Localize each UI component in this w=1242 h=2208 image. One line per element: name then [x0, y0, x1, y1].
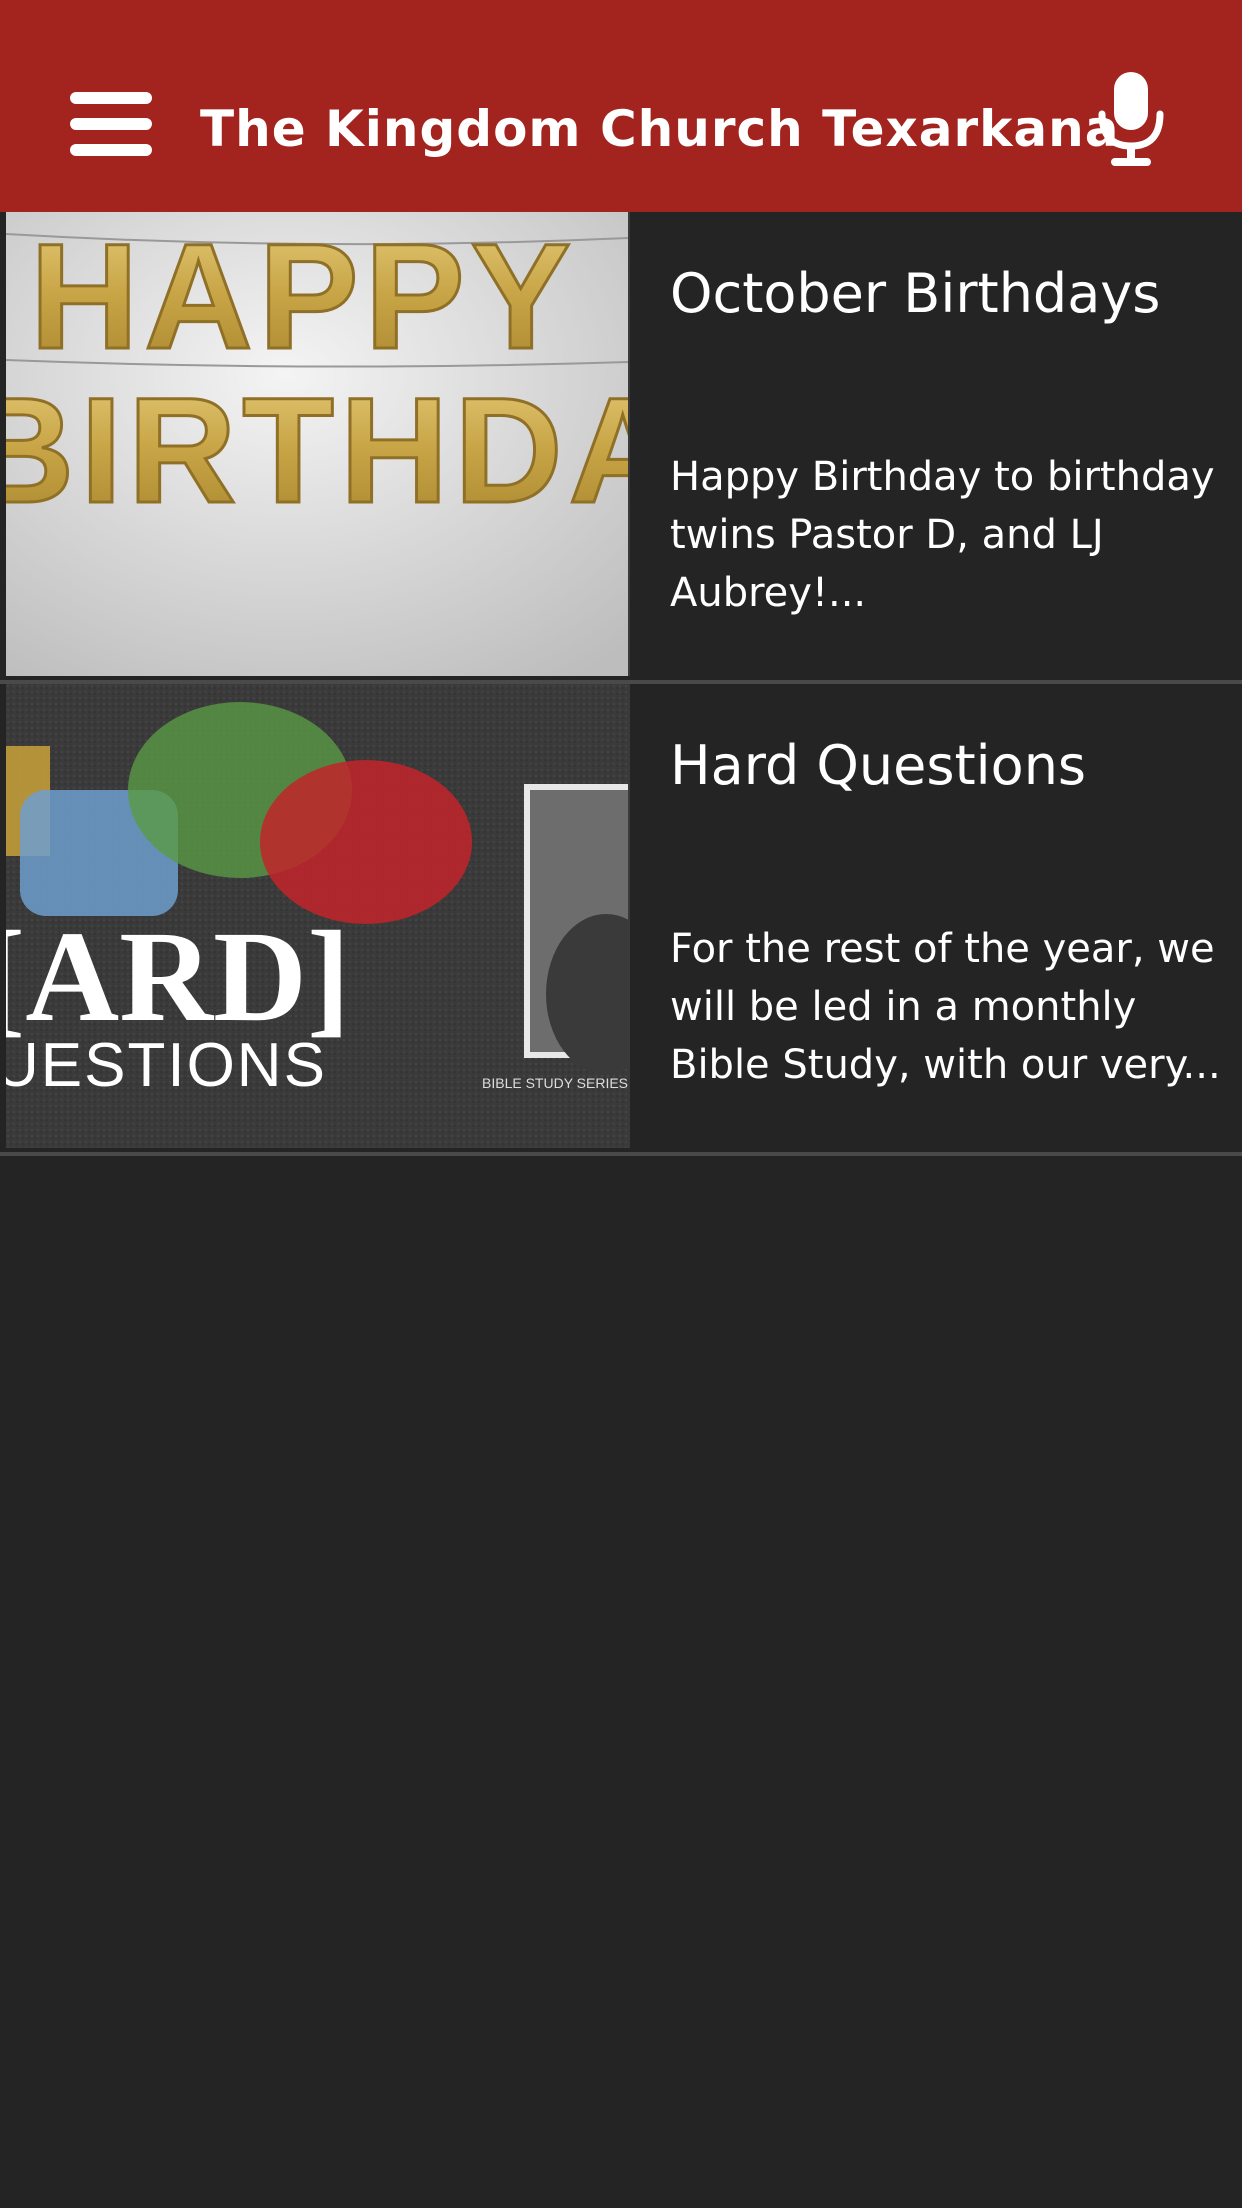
feed-item-october-birthdays[interactable]: HAPPY BIRTHDAY October Birthdays Happy B…: [0, 212, 1242, 684]
microphone-icon[interactable]: [1098, 72, 1164, 168]
menu-bar-middle: [70, 118, 152, 130]
hard-questions-thumbnail: [ARD] UESTIONS BIBLE STUDY SERIES LEA: [6, 684, 630, 1148]
app-header: The Kingdom Church Texarkana: [0, 0, 1242, 212]
birthday-balloon-text: BIRTHDAY: [6, 366, 628, 534]
birthday-thumbnail: HAPPY BIRTHDAY: [6, 212, 630, 676]
feed-item-title: October Birthdays: [670, 262, 1161, 325]
feed-item-excerpt: Happy Birthday to birthday twins Pastor …: [670, 454, 1215, 616]
menu-bar-bottom: [70, 144, 152, 156]
bible-study-caption: BIBLE STUDY SERIES LEA: [482, 1075, 628, 1091]
feed-item-excerpt: For the rest of the year, we will be led…: [670, 926, 1221, 1088]
app-screen: The Kingdom Church Texarkana HAPPY IRTHD…: [0, 0, 1242, 2208]
feed-item-hard-questions[interactable]: [ARD] UESTIONS BIBLE STUDY SERIES LEA Ha…: [0, 684, 1242, 1156]
hamburger-menu-icon[interactable]: [70, 88, 152, 160]
questions-text: UESTIONS: [6, 1031, 327, 1100]
happy-balloon-text: HAPPY: [30, 212, 577, 380]
feed-item-title: Hard Questions: [670, 734, 1087, 797]
article-feed: HAPPY BIRTHDAY October Birthdays Happy B…: [0, 212, 1242, 1156]
menu-bar-top: [70, 92, 152, 104]
app-title: The Kingdom Church Texarkana: [200, 100, 1120, 158]
hard-text: [ARD]: [6, 905, 350, 1049]
